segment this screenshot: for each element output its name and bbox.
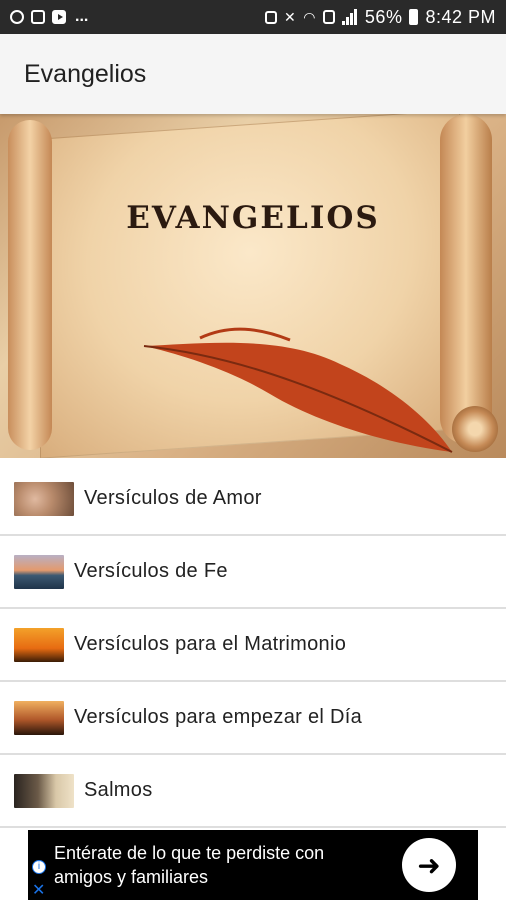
more-notifications-icon: ... xyxy=(75,8,89,25)
list-item-label: Versículos de Amor xyxy=(84,487,262,509)
mute-icon: ✕ xyxy=(283,8,297,25)
list-item-fe[interactable]: Versículos de Fe xyxy=(0,536,506,609)
banner-title: EVANGELIOS xyxy=(126,200,380,236)
arrow-right-icon: ➜ xyxy=(417,849,441,881)
list-item-label: Salmos xyxy=(84,779,153,801)
clock: 8:42 PM xyxy=(425,6,496,27)
list-item-dia[interactable]: Versículos para empezar el Día xyxy=(0,682,506,755)
couple-sunset-thumbnail xyxy=(14,627,64,662)
person-sunrise-thumbnail xyxy=(14,700,64,735)
list-item-salmos[interactable]: Salmos xyxy=(0,755,506,828)
status-left-icons: ... xyxy=(10,8,88,26)
hearts-thumbnail xyxy=(14,481,74,516)
ad-close-icon[interactable]: ✕ xyxy=(32,880,45,900)
scroll-roll-left xyxy=(8,120,52,450)
status-right-icons: ✕ ◠ 56% 8:42 PM xyxy=(264,6,496,28)
header-banner-image: EVANGELIOS xyxy=(0,114,506,458)
ad-banner[interactable]: i ✕ Entérate de lo que te perdiste con a… xyxy=(28,830,478,900)
gallery-icon xyxy=(31,10,45,24)
praying-thumbnail xyxy=(14,773,74,808)
ad-arrow-button[interactable]: ➜ xyxy=(402,838,456,892)
battery-icon xyxy=(409,9,419,25)
wifi-icon: ◠ xyxy=(303,8,316,25)
lock-icon xyxy=(264,10,277,24)
app-title: Evangelios xyxy=(24,59,147,88)
ad-info-icon[interactable]: i xyxy=(32,860,46,874)
ad-text: Entérate de lo que te perdiste con amigo… xyxy=(28,841,388,889)
sim-icon xyxy=(322,10,335,24)
instagram-icon xyxy=(10,10,24,24)
sunset-sea-thumbnail xyxy=(14,554,64,589)
battery-percent: 56% xyxy=(364,6,403,27)
ad-text-line1: Entérate de lo que te perdiste con xyxy=(54,843,325,863)
signal-icon xyxy=(341,9,358,25)
list-item-matrimonio[interactable]: Versículos para el Matrimonio xyxy=(0,609,506,682)
list-item-label: Versículos para el Matrimonio xyxy=(74,633,347,655)
list-item-label: Versículos de Fe xyxy=(74,560,228,582)
list-item-amor[interactable]: Versículos de Amor xyxy=(0,463,506,536)
app-bar: Evangelios xyxy=(0,34,506,114)
youtube-icon xyxy=(52,10,66,24)
menu-list: Versículos de Amor Versículos de Fe Vers… xyxy=(0,463,506,828)
list-item-label: Versículos para empezar el Día xyxy=(74,706,363,728)
ad-text-line2: amigos y familiares xyxy=(54,867,209,887)
status-bar: ... ✕ ◠ 56% 8:42 PM xyxy=(0,0,506,34)
quill-feather-icon xyxy=(143,327,453,453)
